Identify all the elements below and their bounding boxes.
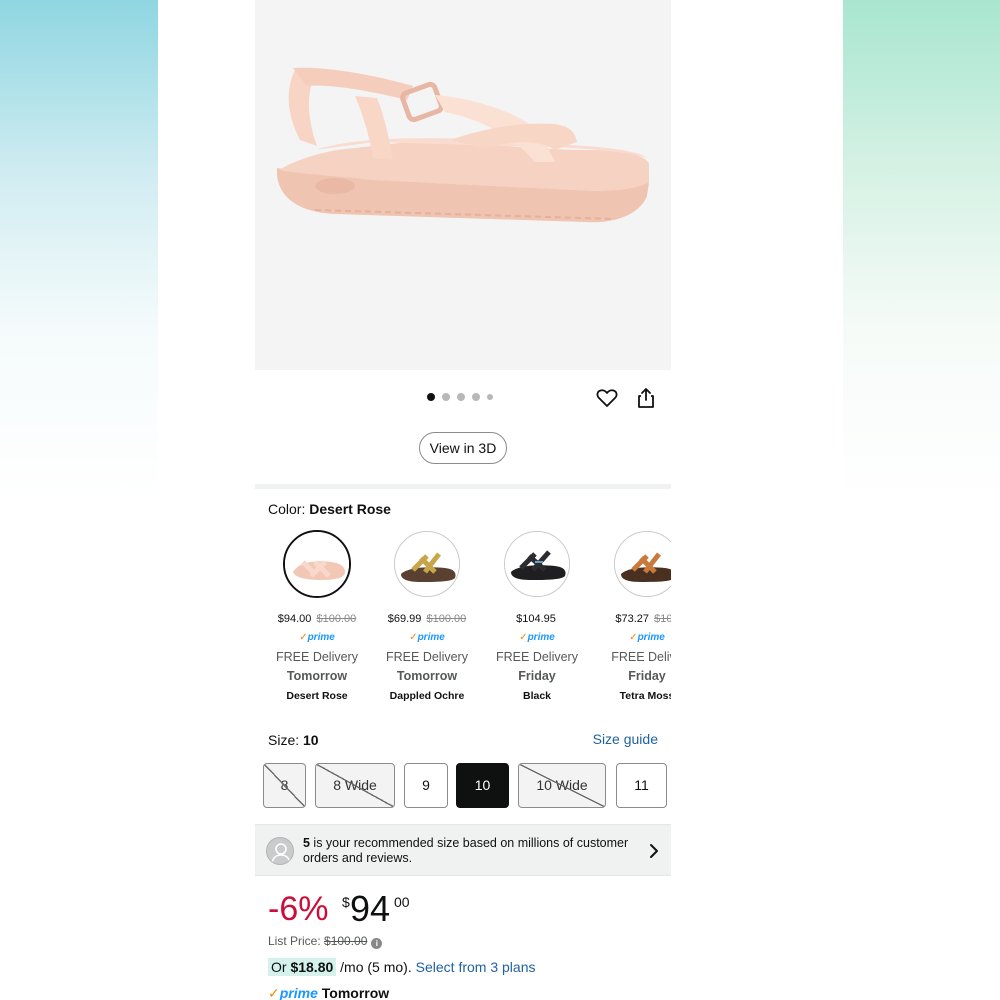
installment-offer: Or $18.80 /mo (5 mo). Select from 3 plan… bbox=[268, 958, 536, 976]
discount-percent: -6% bbox=[268, 890, 329, 928]
installment-plans-link[interactable]: Select from 3 plans bbox=[416, 959, 536, 975]
swatch-list-price: $100.00 bbox=[316, 613, 357, 625]
prime-delivery: ✓prime Tomorrow bbox=[268, 985, 390, 1000]
delivery-day: Tomorrow bbox=[321, 985, 390, 1000]
size-guide-link[interactable]: Size guide bbox=[593, 731, 658, 747]
swatch-list-price: $100.00 bbox=[426, 613, 467, 625]
background-right bbox=[843, 0, 1000, 1000]
swatch-delivery: FREE Delivery bbox=[496, 650, 578, 664]
background-left bbox=[0, 0, 158, 1000]
pagination-dot-5[interactable] bbox=[487, 394, 493, 400]
recommendation-text: 5 is your recommended size based on mill… bbox=[303, 836, 629, 865]
size-option-10[interactable]: 10 bbox=[456, 763, 509, 808]
prime-badge: ✓prime bbox=[519, 632, 555, 643]
info-icon[interactable]: i bbox=[371, 938, 383, 949]
color-swatch-tetra-moss[interactable]: $73.27 $100 ✓prime FREE Delive Friday Te… bbox=[592, 528, 671, 708]
list-price-value: $100.00 bbox=[324, 934, 368, 948]
size-options: 8 8 Wide 9 10 10 Wide 11 bbox=[263, 763, 671, 808]
list-price: List Price: $100.00 i bbox=[268, 934, 383, 949]
pagination-dot-2[interactable] bbox=[442, 393, 450, 401]
image-pagination-dots[interactable] bbox=[425, 393, 505, 403]
pagination-dot-1[interactable] bbox=[427, 393, 435, 401]
size-label: Size: 10 bbox=[268, 732, 319, 748]
swatch-color-name: Tetra Moss bbox=[619, 690, 671, 702]
swatch-price: $69.99 bbox=[387, 613, 422, 625]
swatch-delivery-day: Friday bbox=[628, 669, 666, 683]
swatch-delivery: FREE Delivery bbox=[386, 650, 468, 664]
swatch-delivery-day: Tomorrow bbox=[286, 669, 348, 683]
product-content: View in 3D Color: Desert Rose $94.00 $10… bbox=[255, 0, 671, 1000]
share-icon[interactable] bbox=[634, 386, 658, 410]
color-swatch-desert-rose[interactable]: $94.00 $100.00 ✓prime FREE Delivery Tomo… bbox=[262, 528, 372, 708]
size-option-8-wide[interactable]: 8 Wide bbox=[315, 763, 395, 808]
swatch-list-price: $100 bbox=[654, 613, 671, 625]
color-value: Desert Rose bbox=[309, 501, 391, 517]
product-page: View in 3D Color: Desert Rose $94.00 $10… bbox=[158, 0, 843, 1000]
swatch-color-name: Desert Rose bbox=[286, 690, 348, 702]
price-block: -6% $ 94 00 bbox=[268, 886, 668, 930]
swatch-color-name: Black bbox=[522, 690, 552, 702]
prime-badge: ✓prime bbox=[409, 632, 445, 643]
prime-logo: prime bbox=[279, 985, 318, 1000]
size-option-10-wide[interactable]: 10 Wide bbox=[518, 763, 606, 808]
swatch-delivery-day: Friday bbox=[518, 669, 556, 683]
swatch-thumbnail bbox=[283, 530, 351, 598]
product-image[interactable] bbox=[255, 0, 671, 370]
section-divider bbox=[255, 484, 671, 489]
prime-badge: ✓prime bbox=[299, 632, 335, 643]
swatch-thumbnail bbox=[394, 531, 460, 597]
size-option-8[interactable]: 8 bbox=[263, 763, 306, 808]
swatch-thumbnail bbox=[504, 531, 570, 597]
swatch-delivery: FREE Delive bbox=[611, 650, 671, 664]
size-option-9[interactable]: 9 bbox=[404, 763, 448, 808]
price-fraction: 00 bbox=[394, 894, 410, 910]
pagination-dot-4[interactable] bbox=[472, 393, 480, 401]
wishlist-heart-icon[interactable] bbox=[595, 386, 619, 410]
size-recommendation-banner[interactable]: 5 is your recommended size based on mill… bbox=[255, 824, 671, 876]
recommended-size: 5 bbox=[303, 836, 310, 850]
swatch-color-name: Dappled Ochre bbox=[389, 690, 465, 702]
color-label: Color: Desert Rose bbox=[268, 501, 391, 517]
prime-badge: ✓prime bbox=[629, 632, 665, 643]
size-value: 10 bbox=[303, 732, 319, 748]
swatch-price: $104.95 bbox=[516, 613, 556, 625]
swatch-price: $94.00 bbox=[277, 613, 312, 625]
sandal-illustration bbox=[277, 67, 649, 223]
price-whole: 94 bbox=[350, 888, 391, 929]
swatch-delivery: FREE Delivery bbox=[276, 650, 358, 664]
size-option-11[interactable]: 11 bbox=[616, 763, 667, 808]
avatar-icon bbox=[266, 837, 294, 865]
price-currency: $ bbox=[342, 894, 350, 910]
color-swatch-list: $94.00 $100.00 ✓prime FREE Delivery Tomo… bbox=[255, 528, 671, 708]
swatch-price: $73.27 bbox=[615, 613, 650, 625]
view-in-3d-button[interactable]: View in 3D bbox=[419, 432, 507, 464]
color-swatch-black[interactable]: $104.95 ✓prime FREE Delivery Friday Blac… bbox=[482, 528, 592, 708]
installment-amount: $18.80 bbox=[290, 959, 334, 975]
pagination-dot-3[interactable] bbox=[457, 393, 465, 401]
swatch-thumbnail bbox=[614, 531, 671, 597]
swatch-delivery-day: Tomorrow bbox=[396, 669, 458, 683]
chevron-right-icon bbox=[649, 843, 659, 859]
color-swatch-dappled-ochre[interactable]: $69.99 $100.00 ✓prime FREE Delivery Tomo… bbox=[372, 528, 482, 708]
